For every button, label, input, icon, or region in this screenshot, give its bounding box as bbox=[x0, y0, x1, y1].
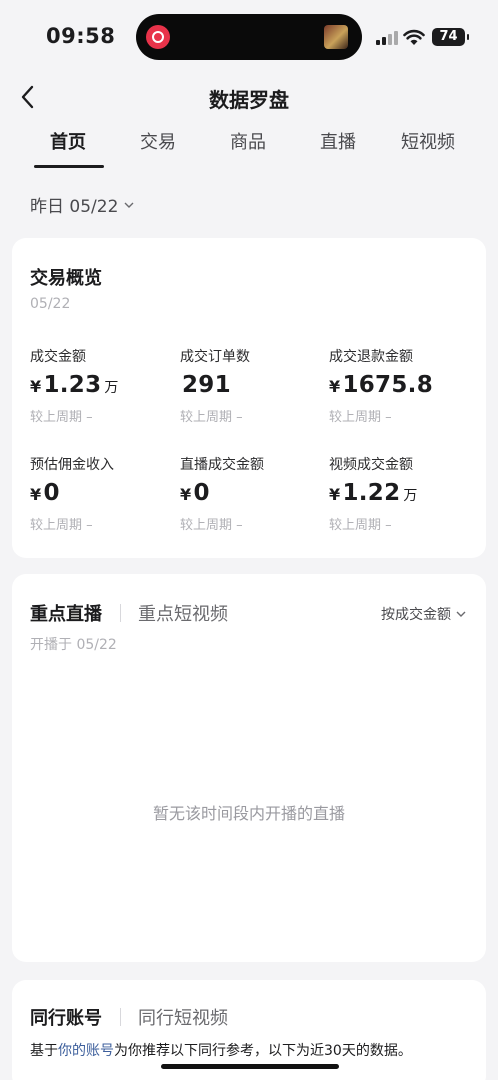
tab-home[interactable]: 首页 bbox=[50, 128, 86, 154]
sort-label: 按成交金额 bbox=[381, 607, 451, 623]
tab-short-video[interactable]: 短视频 bbox=[401, 128, 455, 154]
chevron-down-icon bbox=[456, 611, 466, 617]
metric-compare: 较上周期 – bbox=[329, 518, 392, 533]
metric-label: 成交金额 bbox=[30, 349, 86, 365]
metric-label: 成交退款金额 bbox=[329, 349, 413, 365]
metric-label: 直播成交金额 bbox=[180, 457, 264, 473]
metric-value: ¥1.23 万 bbox=[30, 372, 180, 398]
status-bar: 09:58 74 bbox=[0, 0, 498, 70]
your-account-link[interactable]: 你的账号 bbox=[58, 1043, 114, 1059]
metric-number: 1.23 bbox=[43, 372, 102, 398]
currency-symbol: ¥ bbox=[30, 485, 42, 504]
metric-refund[interactable]: 成交退款金额 ¥1675.8 较上周期 – bbox=[329, 346, 479, 425]
segment-divider bbox=[120, 1008, 121, 1026]
cellular-signal-icon bbox=[376, 31, 398, 45]
metric-commission[interactable]: 预估佣金收入 ¥0 较上周期 – bbox=[30, 454, 180, 533]
desc-suffix: 为你推荐以下同行参考，以下为近30天的数据。 bbox=[114, 1043, 412, 1059]
home-indicator[interactable] bbox=[161, 1064, 339, 1069]
live-start-date: 开播于 05/22 bbox=[30, 637, 117, 653]
page-title: 数据罗盘 bbox=[209, 88, 289, 112]
metric-number: 0 bbox=[193, 480, 210, 506]
metric-number: 291 bbox=[182, 372, 231, 398]
status-time: 09:58 bbox=[46, 24, 116, 48]
tab-live[interactable]: 直播 bbox=[320, 128, 356, 154]
metric-value: ¥0 bbox=[30, 480, 180, 506]
chevron-down-icon bbox=[124, 202, 134, 208]
metric-compare: 较上周期 – bbox=[30, 518, 93, 533]
date-picker-label: 昨日 05/22 bbox=[30, 197, 119, 217]
tab-products[interactable]: 商品 bbox=[230, 128, 266, 154]
metric-value: ¥1675.8 bbox=[329, 372, 479, 398]
metric-orders[interactable]: 成交订单数 291 较上周期 – bbox=[180, 346, 330, 425]
metric-gmv[interactable]: 成交金额 ¥1.23 万 较上周期 – bbox=[30, 346, 180, 425]
tab-key-short-video[interactable]: 重点短视频 bbox=[138, 600, 228, 626]
battery-icon: 74 bbox=[432, 28, 469, 46]
metric-compare: 较上周期 – bbox=[329, 410, 392, 425]
desc-prefix: 基于 bbox=[30, 1043, 58, 1059]
date-picker[interactable]: 昨日 05/22 bbox=[30, 192, 134, 217]
peer-description: 基于你的账号为你推荐以下同行参考，以下为近30天的数据。 bbox=[30, 1040, 412, 1060]
metric-value: ¥1.22 万 bbox=[329, 480, 479, 506]
metric-compare: 较上周期 – bbox=[180, 518, 243, 533]
tab-key-live[interactable]: 重点直播 bbox=[30, 600, 102, 626]
dynamic-island[interactable] bbox=[136, 14, 362, 60]
tab-peer-accounts[interactable]: 同行账号 bbox=[30, 1004, 102, 1030]
currency-symbol: ¥ bbox=[329, 485, 341, 504]
tab-trade[interactable]: 交易 bbox=[140, 128, 176, 154]
metric-unit: 万 bbox=[104, 380, 119, 396]
empty-state-text: 暂无该时间段内开播的直播 bbox=[152, 804, 345, 823]
sort-dropdown[interactable]: 按成交金额 bbox=[381, 604, 466, 624]
metric-live-gmv[interactable]: 直播成交金额 ¥0 较上周期 – bbox=[180, 454, 330, 533]
album-art-thumbnail bbox=[324, 25, 348, 49]
metric-number: 1.22 bbox=[342, 480, 401, 506]
card-title: 交易概览 bbox=[30, 268, 102, 289]
segment-divider bbox=[120, 604, 121, 622]
wifi-icon bbox=[403, 29, 425, 45]
metric-number: 0 bbox=[43, 480, 60, 506]
currency-symbol: ¥ bbox=[329, 377, 341, 396]
trade-overview-card: 交易概览 05/22 成交金额 ¥1.23 万 较上周期 – 成交订单数 291 … bbox=[12, 238, 486, 558]
active-tab-indicator bbox=[34, 165, 104, 168]
metric-value: 291 bbox=[180, 372, 330, 398]
metric-label: 视频成交金额 bbox=[329, 457, 413, 473]
metric-label: 成交订单数 bbox=[180, 349, 250, 365]
card-date: 05/22 bbox=[30, 296, 71, 312]
metric-unit: 万 bbox=[403, 488, 418, 504]
key-content-card: 重点直播 重点短视频 按成交金额 开播于 05/22 暂无该时间段内开播的直播 bbox=[12, 574, 486, 962]
metric-compare: 较上周期 – bbox=[30, 410, 93, 425]
currency-symbol: ¥ bbox=[180, 485, 192, 504]
music-app-icon bbox=[146, 25, 170, 49]
currency-symbol: ¥ bbox=[30, 377, 42, 396]
metric-label: 预估佣金收入 bbox=[30, 457, 114, 473]
tab-peer-short-video[interactable]: 同行短视频 bbox=[138, 1004, 228, 1030]
metric-compare: 较上周期 – bbox=[180, 410, 243, 425]
metric-number: 1675.8 bbox=[342, 372, 433, 398]
tab-bar: 首页 交易 商品 直播 短视频 bbox=[0, 128, 498, 168]
metric-value: ¥0 bbox=[180, 480, 330, 506]
metric-video-gmv[interactable]: 视频成交金额 ¥1.22 万 较上周期 – bbox=[329, 454, 479, 533]
